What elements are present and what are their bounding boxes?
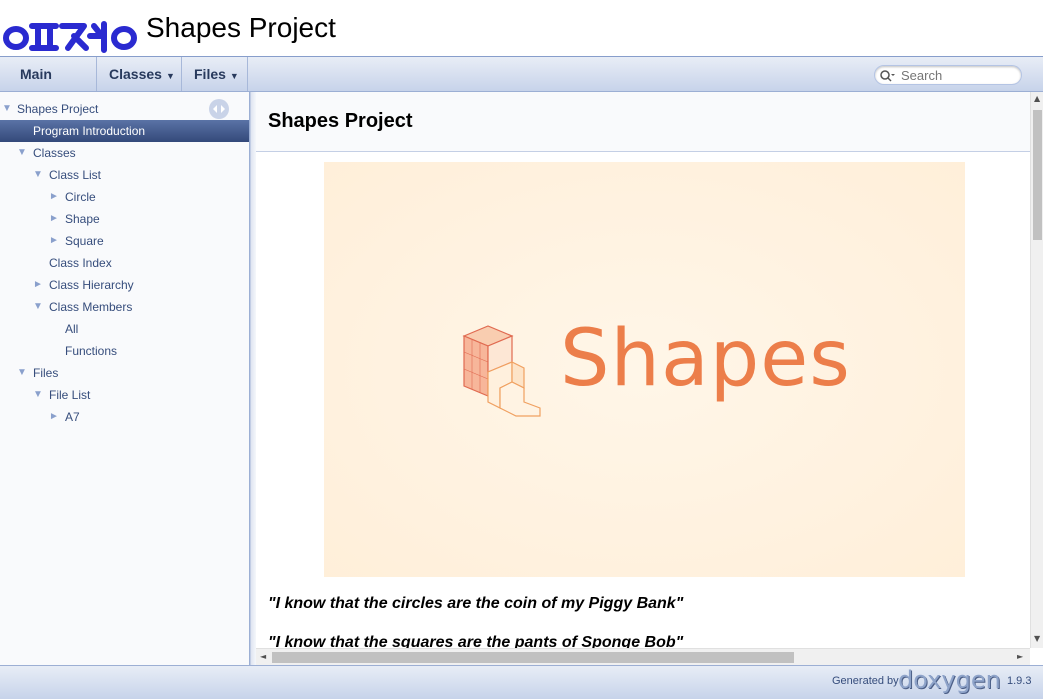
tree-item-circle[interactable]: ► Circle bbox=[0, 186, 249, 208]
tree-item-label: File List bbox=[49, 388, 91, 402]
tree-item-label: Class Index bbox=[49, 256, 112, 270]
doxygen-version: 1.9.3 bbox=[1007, 675, 1032, 687]
tree-item-label: Classes bbox=[33, 146, 76, 160]
tree-item-label: Circle bbox=[65, 190, 96, 204]
expand-arrow-icon[interactable]: ► bbox=[49, 230, 59, 252]
quote-circles: "I know that the circles are the coin of… bbox=[268, 595, 684, 612]
scroll-left-icon[interactable]: ◄ bbox=[260, 652, 266, 661]
horizontal-scroll-thumb[interactable] bbox=[272, 652, 794, 663]
expand-arrow-icon[interactable]: ▼ bbox=[17, 362, 27, 384]
expand-arrow-icon[interactable]: ► bbox=[49, 406, 59, 428]
tree-item-label: Shape bbox=[65, 212, 100, 226]
chevron-down-icon: ▼ bbox=[229, 71, 239, 81]
tree-item-label: Program Introduction bbox=[33, 124, 146, 138]
expand-arrow-icon[interactable]: ► bbox=[49, 208, 59, 230]
nav-main-page[interactable]: Main Page bbox=[0, 57, 97, 116]
cube-stack-icon bbox=[462, 325, 541, 417]
expand-arrow-icon[interactable]: ▼ bbox=[33, 384, 43, 406]
main-navbar: Main Page Classes▼ Files▼ bbox=[0, 57, 1043, 116]
tree-item-all[interactable]: All bbox=[0, 318, 249, 340]
expand-arrow-icon[interactable]: ▼ bbox=[17, 142, 27, 164]
scroll-up-icon[interactable]: ▲ bbox=[1034, 94, 1040, 103]
expand-arrow-icon[interactable]: ► bbox=[33, 274, 43, 296]
nav-files-menu[interactable]: Files ▼ bbox=[182, 57, 248, 91]
vertical-scroll-thumb[interactable] bbox=[1033, 110, 1042, 240]
horizontal-scrollbar[interactable]: ◄ ► bbox=[256, 648, 1030, 665]
search-input[interactable] bbox=[901, 67, 1017, 83]
search-icon[interactable] bbox=[879, 68, 895, 84]
project-title: Shapes Project bbox=[146, 12, 336, 43]
tree-item-shape[interactable]: ► Shape bbox=[0, 208, 249, 230]
page-footer: Generated by doxygen 1.9.3 bbox=[0, 665, 1043, 699]
tree-item-functions[interactable]: Functions bbox=[0, 340, 249, 362]
expand-arrow-icon[interactable]: ▼ bbox=[2, 98, 12, 120]
top-header: Shapes Project bbox=[0, 0, 1043, 57]
tree-item-class-index[interactable]: Class Index bbox=[0, 252, 249, 274]
chevron-down-icon: ▼ bbox=[165, 71, 175, 81]
expand-arrow-icon[interactable]: ► bbox=[49, 186, 59, 208]
doxygen-logo-link[interactable]: doxygen bbox=[898, 666, 1001, 694]
nav-classes-label: Classes bbox=[109, 66, 162, 82]
page-header: Shapes Project bbox=[256, 92, 1030, 152]
tree-item-a7[interactable]: ► A7 bbox=[0, 406, 249, 428]
nav-files-label: Files bbox=[194, 66, 226, 82]
tree-item-files[interactable]: ▼ Files bbox=[0, 362, 249, 384]
project-logo bbox=[3, 21, 137, 53]
search-box[interactable] bbox=[874, 65, 1022, 85]
vertical-scrollbar[interactable]: ▲ ▼ bbox=[1030, 92, 1043, 648]
scroll-right-icon[interactable]: ► bbox=[1017, 652, 1023, 661]
tree-item-label: Class Members bbox=[49, 300, 133, 314]
tree-item-label: Class Hierarchy bbox=[49, 278, 134, 292]
expand-arrow-icon[interactable]: ▼ bbox=[33, 296, 43, 318]
tree-item-class-list[interactable]: ▼ Class List bbox=[0, 164, 249, 186]
side-nav-tree: ▼ Shapes Project Program Introduction ▼ … bbox=[0, 92, 250, 665]
generated-by-text: Generated by bbox=[832, 675, 899, 687]
tree-item-label: Shapes Project bbox=[17, 102, 99, 116]
nav-classes-menu[interactable]: Classes ▼ bbox=[97, 57, 182, 91]
tree-item-label: Class List bbox=[49, 168, 102, 182]
tree-item-square[interactable]: ► Square bbox=[0, 230, 249, 252]
page-title: Shapes Project bbox=[268, 110, 413, 132]
tree-item-label: A7 bbox=[65, 410, 80, 424]
tree-item-file-list[interactable]: ▼ File List bbox=[0, 384, 249, 406]
expand-arrow-icon[interactable]: ▼ bbox=[33, 164, 43, 186]
tree-item-shapes-project[interactable]: ▼ Shapes Project bbox=[0, 98, 249, 120]
tree-item-label: Square bbox=[65, 234, 104, 248]
scroll-down-icon[interactable]: ▼ bbox=[1034, 634, 1040, 643]
tree-item-classes[interactable]: ▼ Classes bbox=[0, 142, 249, 164]
shapes-banner-image: Shapes bbox=[324, 162, 965, 577]
tree-item-label: Functions bbox=[65, 344, 118, 358]
tree-item-class-members[interactable]: ▼ Class Members bbox=[0, 296, 249, 318]
tree-item-program-introduction[interactable]: Program Introduction bbox=[0, 120, 249, 142]
tree-item-label: All bbox=[65, 322, 79, 336]
doc-content: Shapes Project Shapes "I know that the c… bbox=[256, 92, 1030, 648]
tree-item-label: Files bbox=[33, 366, 59, 380]
quote-squares: "I know that the squares are the pants o… bbox=[268, 634, 684, 648]
banner-wordmark: Shapes bbox=[560, 314, 851, 404]
tree-item-class-hierarchy[interactable]: ► Class Hierarchy bbox=[0, 274, 249, 296]
